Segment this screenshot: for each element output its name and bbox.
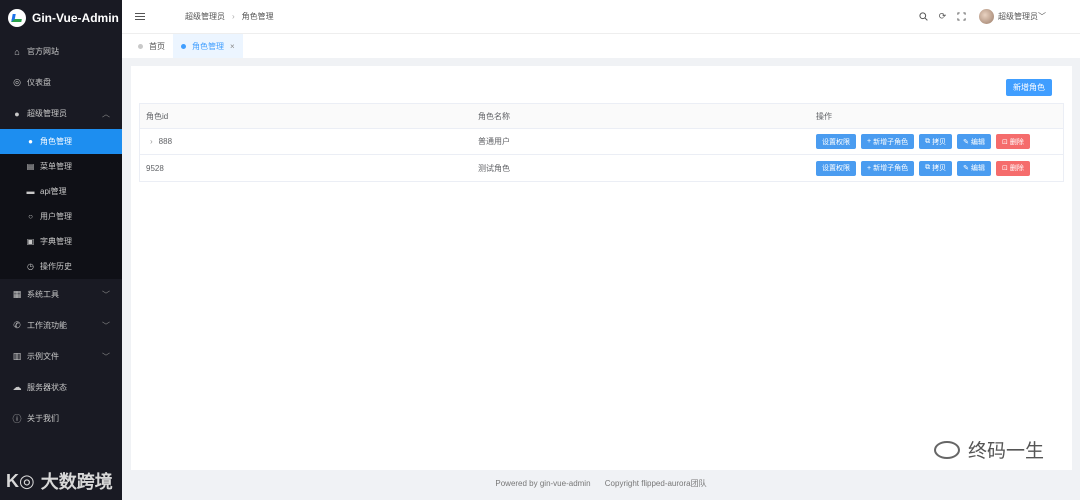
sidebar-item-dashboard[interactable]: ◎ 仪表盘 bbox=[0, 67, 122, 98]
wechat-icon bbox=[933, 440, 960, 459]
menu-icon: ▤ bbox=[26, 162, 35, 171]
edit-icon: ✎ bbox=[963, 165, 969, 172]
chart-icon: ▥ bbox=[12, 351, 22, 361]
sidebar-item-menu-management[interactable]: ▤ 菜单管理 bbox=[0, 154, 122, 179]
tab-role-management[interactable]: 角色管理 × bbox=[173, 34, 243, 58]
breadcrumb-item-current: 角色管理 bbox=[241, 12, 274, 21]
watermark-left: K◎ 大数跨境 bbox=[6, 470, 113, 493]
role-name: 测试角色 bbox=[478, 163, 510, 173]
chevron-up-icon: ︿ bbox=[102, 109, 110, 118]
breadcrumb-item[interactable]: 超级管理员 bbox=[185, 11, 225, 22]
main-content: 新增角色 角色id 角色名称 操作 › 888 普通用户 设置权限 + 新增子角色… bbox=[131, 66, 1072, 470]
sidebar-item-user-management[interactable]: ○ 用户管理 bbox=[0, 204, 122, 229]
column-header-actions: 操作 bbox=[816, 111, 832, 121]
chevron-down-icon: ﹀ bbox=[102, 290, 110, 299]
refresh-icon[interactable]: ⟳ bbox=[937, 11, 948, 22]
sidebar-item-operation-history[interactable]: ◷ 操作历史 bbox=[0, 254, 122, 279]
column-header-role-name: 角色名称 bbox=[478, 111, 510, 121]
plus-icon: + bbox=[867, 138, 872, 145]
row-actions: 设置权限 + 新增子角色 ⧉ 拷贝 ✎ 编辑 ⊡ 删除 bbox=[811, 134, 1063, 149]
tools-icon: ▦ bbox=[12, 289, 22, 299]
sidebar-item-role-management[interactable]: ● 角色管理 bbox=[0, 129, 122, 154]
delete-icon: ⊡ bbox=[1001, 138, 1008, 146]
add-role-button[interactable]: 新增角色 bbox=[1006, 79, 1052, 96]
edit-button[interactable]: ✎ 编辑 bbox=[957, 134, 991, 149]
sidebar-item-official-site[interactable]: ⌂ 官方网站 bbox=[0, 36, 122, 67]
copy-icon: ⧉ bbox=[925, 164, 931, 171]
delete-button[interactable]: ⊡ 删除 bbox=[995, 134, 1030, 149]
app-name: Gin-Vue-Admin bbox=[32, 11, 119, 25]
hamburger-icon[interactable] bbox=[135, 13, 145, 20]
sidebar-item-workflow[interactable]: ✆ 工作流功能 ﹀ bbox=[0, 310, 122, 341]
clock-icon: ◷ bbox=[27, 262, 34, 271]
sidebar-item-super-admin[interactable]: ● 超级管理员 ︿ bbox=[0, 98, 122, 129]
user-outline-icon: ○ bbox=[28, 212, 33, 221]
sidebar: Gin-Vue-Admin ⌂ 官方网站 ◎ 仪表盘 ● 超级管理员 ︿ ● 角… bbox=[0, 0, 122, 500]
row-actions: 设置权限 + 新增子角色 ⧉ 拷贝 ✎ 编辑 ⊡ 删除 bbox=[811, 160, 1063, 176]
page-footer: Powered by gin-vue-admin Copyright flipp… bbox=[122, 478, 1080, 492]
table-header-row: 角色id 角色名称 操作 bbox=[140, 104, 1063, 129]
roles-table: 角色id 角色名称 操作 › 888 普通用户 设置权限 + 新增子角色 ⧉ 拷贝 … bbox=[139, 103, 1064, 182]
sidebar-item-dictionary-management[interactable]: ▣ 字典管理 bbox=[0, 229, 122, 254]
tab-dot-icon bbox=[138, 43, 143, 49]
info-icon: ⓘ bbox=[12, 414, 22, 424]
table-row: › 888 普通用户 设置权限 + 新增子角色 ⧉ 拷贝 ✎ 编辑 ⊡ 删除 bbox=[140, 129, 1063, 155]
sidebar-item-about-us[interactable]: ⓘ 关于我们 bbox=[0, 403, 122, 434]
set-permission-button[interactable]: 设置权限 bbox=[816, 134, 856, 149]
chevron-down-icon: ﹀ bbox=[102, 352, 110, 361]
breadcrumb-separator-icon: › bbox=[232, 12, 235, 21]
set-permission-button[interactable]: 设置权限 bbox=[816, 160, 856, 176]
search-icon[interactable] bbox=[918, 11, 929, 22]
breadcrumb: 超级管理员 › 角色管理 bbox=[185, 11, 274, 22]
table-row: 9528 测试角色 设置权限 + 新增子角色 ⧉ 拷贝 ✎ 编辑 ⊡ 删除 bbox=[140, 155, 1063, 181]
close-icon[interactable]: × bbox=[230, 42, 235, 51]
avatar[interactable] bbox=[979, 9, 994, 24]
phone-icon: ✆ bbox=[13, 320, 21, 330]
delete-icon: ⊡ bbox=[1001, 165, 1008, 172]
dashboard-icon: ◎ bbox=[13, 77, 21, 87]
watermark-logo-icon: K◎ bbox=[6, 470, 35, 491]
role-id: 888 bbox=[158, 137, 173, 146]
page-tabs: 首页 角色管理 × bbox=[122, 34, 1080, 58]
logo-icon bbox=[8, 9, 26, 27]
top-header: 超级管理员 › 角色管理 ⟳ 超级管理员﹀ bbox=[122, 0, 1080, 34]
sidebar-item-example-files[interactable]: ▥ 示例文件 ﹀ bbox=[0, 341, 122, 372]
chevron-down-icon: ﹀ bbox=[102, 321, 110, 330]
plus-icon: + bbox=[867, 164, 872, 172]
powered-by: Powered by gin-vue-admin bbox=[495, 479, 591, 488]
notebook-icon: ▣ bbox=[26, 237, 35, 246]
user-menu[interactable]: 超级管理员﹀ bbox=[998, 11, 1046, 22]
sidebar-item-system-tools[interactable]: ▦ 系统工具 ﹀ bbox=[0, 279, 122, 310]
column-header-role-id: 角色id bbox=[146, 111, 169, 121]
copy-button[interactable]: ⧉ 拷贝 bbox=[919, 134, 953, 149]
home-icon: ⌂ bbox=[14, 46, 20, 57]
user-icon: ● bbox=[14, 108, 20, 119]
copy-button[interactable]: ⧉ 拷贝 bbox=[919, 160, 953, 176]
expand-row-icon[interactable]: › bbox=[150, 137, 153, 146]
user-icon: ● bbox=[28, 137, 33, 146]
role-name: 普通用户 bbox=[478, 137, 510, 146]
platform-icon: ▬ bbox=[26, 187, 35, 196]
add-child-role-button[interactable]: + 新增子角色 bbox=[861, 160, 915, 176]
copyright: Copyright flipped-aurora团队 bbox=[604, 479, 707, 488]
delete-button[interactable]: ⊡ 删除 bbox=[995, 160, 1030, 176]
tab-home[interactable]: 首页 bbox=[130, 34, 173, 58]
app-logo[interactable]: Gin-Vue-Admin bbox=[0, 0, 122, 36]
fullscreen-icon[interactable] bbox=[956, 11, 967, 22]
chevron-down-icon: ﹀ bbox=[1038, 12, 1046, 21]
copy-icon: ⧉ bbox=[925, 137, 931, 145]
watermark-right: 终码一生 bbox=[933, 436, 1044, 463]
header-actions: ⟳ 超级管理员﹀ bbox=[910, 9, 1080, 24]
cloud-icon: ☁ bbox=[12, 382, 22, 392]
submenu-super-admin: ● 角色管理 ▤ 菜单管理 ▬ api管理 ○ 用户管理 ▣ 字典管理 ◷ 操作… bbox=[0, 129, 122, 279]
add-child-role-button[interactable]: + 新增子角色 bbox=[861, 134, 915, 149]
sidebar-item-api-management[interactable]: ▬ api管理 bbox=[0, 179, 122, 204]
sidebar-item-server-status[interactable]: ☁ 服务器状态 bbox=[0, 372, 122, 403]
edit-button[interactable]: ✎ 编辑 bbox=[957, 160, 991, 176]
tab-dot-icon bbox=[181, 43, 186, 49]
role-id: 9528 bbox=[146, 163, 164, 173]
edit-icon: ✎ bbox=[963, 138, 969, 146]
